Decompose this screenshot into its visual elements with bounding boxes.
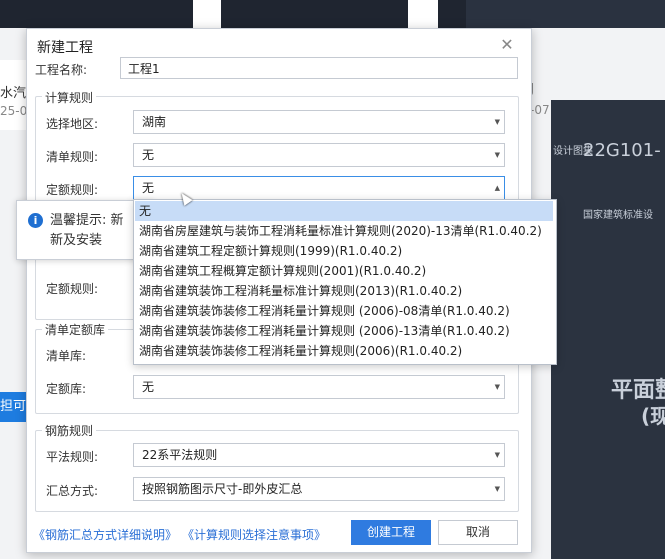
chevron-down-icon: ▼ <box>494 383 500 391</box>
chevron-down-icon: ▼ <box>494 451 500 459</box>
bg-header-tile <box>221 0 408 28</box>
quota-rule-value: 无 <box>142 181 155 195</box>
quota-lib-select[interactable]: 无 ▼ <box>133 375 505 399</box>
list-lib-label: 清单库: <box>46 349 87 363</box>
quota-lib-value: 无 <box>142 380 155 394</box>
library-title: 清单定额库 <box>42 321 109 338</box>
tip-line1: 温馨提示: 新 <box>50 213 124 228</box>
bg-blue-button-fragment[interactable]: 担可以 <box>0 392 26 422</box>
dropdown-option[interactable]: 湖南省建筑装饰装修工程消耗量计算规则 (2006)-13清单(R1.0.40.2… <box>135 321 553 341</box>
tip-line2: 新及安装 <box>50 233 103 248</box>
blueprint-sub: (现 <box>641 404 665 428</box>
bg-gap <box>408 0 438 28</box>
blueprint-code: 22G101- <box>583 140 661 161</box>
project-name-label: 工程名称: <box>35 63 88 77</box>
bg-card-date: 25-0 <box>0 104 28 118</box>
chevron-down-icon: ▼ <box>494 151 500 159</box>
summary-value: 按照钢筋图示尺寸-即外皮汇总 <box>142 482 303 496</box>
blueprint-text: 国家建筑标准设 <box>583 210 653 221</box>
dropdown-option[interactable]: 无 <box>135 201 553 221</box>
flat-rule-label: 平法规则: <box>46 450 99 464</box>
rebar-title: 钢筋规则 <box>42 422 97 439</box>
dropdown-option[interactable]: 湖南省房屋建筑与装饰工程消耗量标准计算规则(2020)-13清单(R1.0.40… <box>135 221 553 241</box>
region-label: 选择地区: <box>46 117 99 131</box>
tip-text: 温馨提示: 新 新及安装 <box>50 211 124 251</box>
quota-rule-label: 定额规则: <box>46 183 99 197</box>
bg-gap <box>193 0 221 28</box>
info-icon: i <box>28 213 43 228</box>
project-name-input[interactable] <box>120 57 518 79</box>
calc-rules-title: 计算规则 <box>42 89 97 106</box>
summary-select[interactable]: 按照钢筋图示尺寸-即外皮汇总 ▼ <box>133 477 505 501</box>
chevron-down-icon: ▼ <box>494 118 500 126</box>
list-rule-label: 清单规则: <box>46 150 99 164</box>
dropdown-option[interactable]: 湖南省建筑装饰装修工程消耗量计算规则(2006)(R1.0.40.2) <box>135 341 553 361</box>
dropdown-option[interactable]: 湖南省建筑工程定额计算规则(1999)(R1.0.40.2) <box>135 241 553 261</box>
quota-rule2-label: 定额规则: <box>46 282 99 296</box>
bg-card-title: 水汽 <box>0 86 27 101</box>
bg-blue-text: 担可以 <box>0 399 26 414</box>
create-project-button[interactable]: 创建工程 <box>351 520 431 545</box>
region-select[interactable]: 湖南 ▼ <box>133 110 505 134</box>
flat-rule-value: 22系平法规则 <box>142 448 218 462</box>
chevron-down-icon: ▼ <box>494 485 500 493</box>
list-rule-select[interactable]: 无 ▼ <box>133 143 505 167</box>
dialog-title: 新建工程 <box>37 40 93 56</box>
chevron-up-icon: ▲ <box>494 184 500 192</box>
blueprint-thumbnail[interactable]: 设计图集 22G101- 国家建筑标准设 平面整 (现 <box>551 100 665 559</box>
bg-header-tile <box>0 0 193 28</box>
dropdown-option[interactable]: 湖南省建筑装饰工程消耗量标准计算规则(2013)(R1.0.40.2) <box>135 281 553 301</box>
quota-lib-label: 定额库: <box>46 382 87 396</box>
rules-help-link[interactable]: 《计算规则选择注意事项》 <box>182 526 326 543</box>
summary-label: 汇总方式: <box>46 484 99 498</box>
flat-rule-select[interactable]: 22系平法规则 ▼ <box>133 443 505 467</box>
region-value: 湖南 <box>142 115 167 129</box>
cancel-button[interactable]: 取消 <box>438 520 518 545</box>
dropdown-option[interactable]: 湖南省建筑工程概算定额计算规则(2001)(R1.0.40.2) <box>135 261 553 281</box>
bg-header-tile <box>466 0 665 28</box>
quota-rule-dropdown: 无 湖南省房屋建筑与装饰工程消耗量标准计算规则(2020)-13清单(R1.0.… <box>133 199 557 365</box>
list-rule-value: 无 <box>142 148 155 162</box>
bg-header-tile <box>438 0 466 28</box>
close-icon[interactable]: ✕ <box>497 35 517 55</box>
summary-help-link[interactable]: 《钢筋汇总方式详细说明》 <box>33 526 177 543</box>
dropdown-option[interactable]: 湖南省建筑装饰装修工程消耗量计算规则 (2006)-08清单(R1.0.40.2… <box>135 301 553 321</box>
